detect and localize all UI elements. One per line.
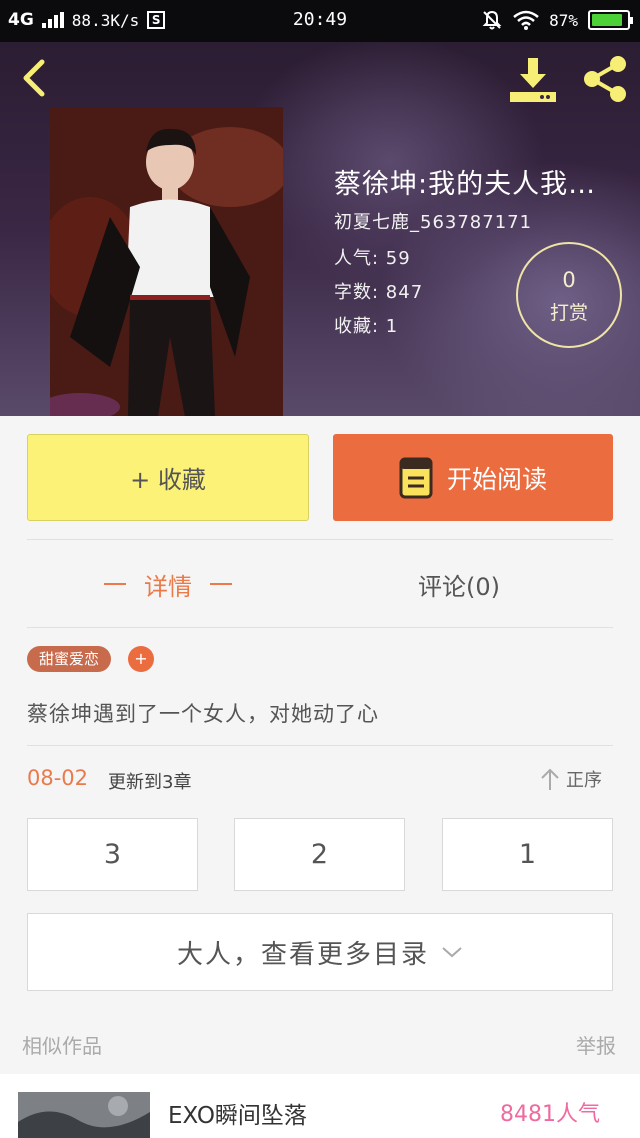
battery-percent: 87% bbox=[549, 10, 578, 30]
reward-button[interactable]: 0 打赏 bbox=[516, 242, 622, 348]
book-header: 蔡徐坤:我的夫人我… 初夏七鹿_563787171 人气: 59 字数: 847… bbox=[0, 42, 640, 416]
mute-bell-icon bbox=[482, 10, 502, 30]
similar-works-heading: 相似作品 bbox=[22, 1034, 102, 1058]
similar-work-item[interactable]: EXO瞬间坠落 8481人气 bbox=[0, 1074, 640, 1138]
arrow-up-icon bbox=[541, 768, 559, 790]
divider bbox=[27, 745, 613, 746]
book-icon bbox=[399, 457, 433, 498]
similar-work-title: EXO瞬间坠落 bbox=[168, 1103, 307, 1129]
back-icon[interactable] bbox=[12, 56, 56, 100]
similar-work-cover bbox=[18, 1092, 150, 1138]
tab-indicator-right bbox=[210, 583, 232, 585]
sort-order-label: 正序 bbox=[566, 770, 602, 791]
wifi-icon bbox=[513, 10, 539, 30]
add-to-favorites-button[interactable]: + 收藏 bbox=[27, 434, 309, 521]
add-to-favorites-label: + 收藏 bbox=[130, 466, 206, 494]
reward-label: 打赏 bbox=[549, 302, 588, 324]
sort-order-button[interactable]: 正序 bbox=[540, 766, 602, 792]
tab-details-label: 详情 bbox=[144, 572, 192, 601]
similar-work-popularity: 8481人气 bbox=[500, 1102, 600, 1127]
more-catalog-label: 大人，查看更多目录 bbox=[176, 939, 429, 970]
book-intro: 蔡徐坤遇到了一个女人，对她动了心 bbox=[27, 702, 379, 726]
book-popularity: 人气: 59 bbox=[334, 248, 411, 269]
book-title: 蔡徐坤:我的夫人我… bbox=[334, 169, 597, 200]
chevron-down-icon bbox=[442, 947, 462, 958]
chapter-button[interactable]: 2 bbox=[234, 818, 405, 891]
start-reading-label: 开始阅读 bbox=[446, 464, 547, 494]
divider bbox=[27, 539, 613, 540]
share-icon[interactable] bbox=[578, 52, 632, 106]
status-bar: 4G 88.3K/s S 20:49 87% bbox=[0, 0, 640, 42]
book-favorites: 收藏: 1 bbox=[334, 316, 399, 337]
book-cover-image bbox=[50, 107, 283, 416]
download-icon[interactable] bbox=[506, 54, 560, 104]
tab-comments[interactable]: 评论(0) bbox=[418, 560, 500, 608]
genre-tag[interactable]: 甜蜜爱恋 bbox=[27, 646, 112, 672]
update-date: 08-02 bbox=[27, 766, 89, 790]
chapter-button[interactable]: 1 bbox=[442, 818, 613, 891]
report-link[interactable]: 举报 bbox=[576, 1030, 616, 1059]
book-author[interactable]: 初夏七鹿_563787171 bbox=[334, 208, 532, 234]
more-catalog-button[interactable]: 大人，查看更多目录 bbox=[27, 913, 613, 991]
tab-comments-label: 评论(0) bbox=[418, 572, 500, 601]
chapter-button[interactable]: 3 bbox=[27, 818, 198, 891]
battery-icon bbox=[588, 10, 633, 30]
book-word-count: 字数: 847 bbox=[334, 282, 424, 303]
add-tag-button[interactable]: + bbox=[128, 646, 154, 672]
tab-details[interactable]: 详情 bbox=[104, 560, 232, 608]
reward-count: 0 bbox=[562, 268, 576, 292]
tab-indicator-left bbox=[104, 583, 126, 585]
update-status: 更新到3章 bbox=[108, 772, 192, 793]
divider bbox=[27, 627, 613, 628]
start-reading-button[interactable]: 开始阅读 bbox=[333, 434, 613, 521]
